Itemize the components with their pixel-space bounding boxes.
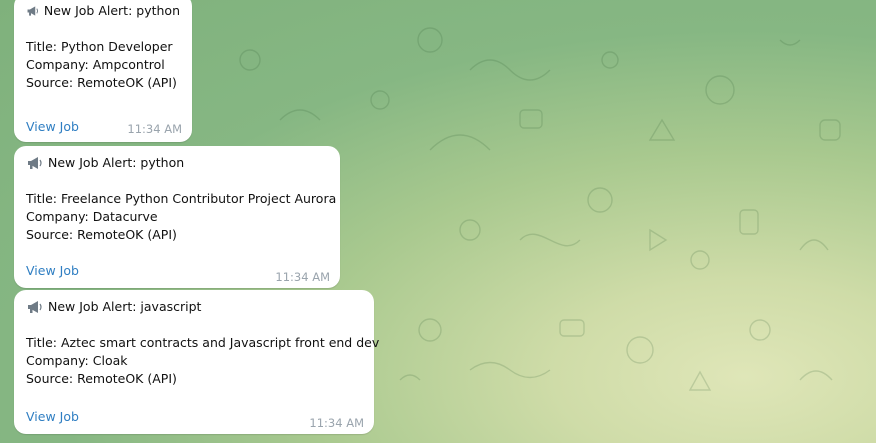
message-timestamp: 11:34 AM [127, 122, 182, 136]
job-source: Source: RemoteOK (API) [26, 75, 177, 90]
job-title: Title: Freelance Python Contributor Proj… [26, 191, 337, 206]
alert-header-text: New Job Alert: javascript [48, 299, 202, 314]
megaphone-icon [27, 6, 38, 16]
job-company: Company: Cloak [26, 353, 128, 368]
message-timestamp: 11:34 AM [309, 416, 364, 430]
alert-header: New Job Alert: python [26, 2, 180, 20]
view-job-link[interactable]: View Job [26, 263, 79, 278]
alert-header: New Job Alert: python [26, 154, 328, 172]
megaphone-icon [28, 157, 42, 169]
view-job-link[interactable]: View Job [26, 409, 79, 424]
job-title: Title: Python Developer [26, 39, 173, 54]
megaphone-icon [28, 301, 42, 313]
message-timestamp: 11:34 AM [275, 270, 330, 284]
job-company: Company: Datacurve [26, 209, 158, 224]
job-company: Company: Ampcontrol [26, 57, 165, 72]
alert-header: New Job Alert: javascript [26, 298, 362, 316]
message-bubble: New Job Alert: python Title: Python Deve… [14, 0, 192, 142]
message-bubble: New Job Alert: python Title: Freelance P… [14, 146, 340, 288]
view-job-link[interactable]: View Job [26, 119, 79, 134]
job-title: Title: Aztec smart contracts and Javascr… [26, 335, 380, 350]
alert-header-text: New Job Alert: python [43, 3, 180, 18]
job-source: Source: RemoteOK (API) [26, 371, 177, 386]
message-bubble: New Job Alert: javascript Title: Aztec s… [14, 290, 380, 434]
alert-header-text: New Job Alert: python [48, 155, 185, 170]
job-source: Source: RemoteOK (API) [26, 227, 177, 242]
